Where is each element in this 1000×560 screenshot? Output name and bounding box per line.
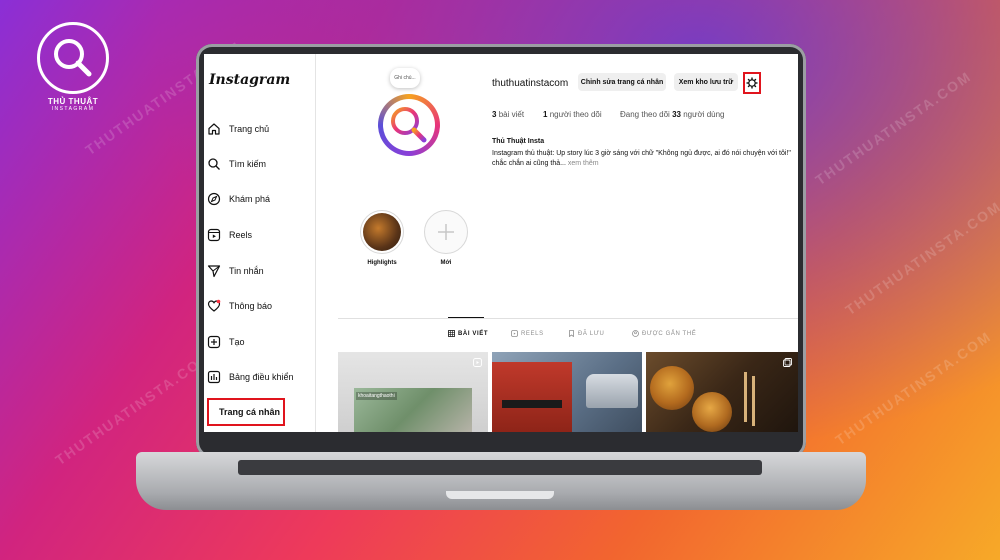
posts-stat: 3 bài viết	[492, 110, 524, 119]
tab-label: BÀI VIẾT	[458, 330, 489, 337]
site-logo: THỦ THUẬT INSTAGRAM	[32, 22, 114, 112]
followers-count: 1	[543, 110, 548, 119]
highlight-label: Highlights	[367, 260, 397, 266]
highlight-image	[363, 213, 401, 251]
post-caption: khoaitangthaothi	[356, 392, 397, 400]
sidebar-item-label: Trang chủ	[229, 124, 270, 134]
sidebar: Instagram Trang chủ Tìm kiếm Khám phá Re…	[204, 54, 316, 432]
home-icon	[208, 123, 220, 135]
post-image-food	[692, 392, 732, 432]
post-thumbnail[interactable]	[646, 352, 798, 432]
sidebar-item-label: Khám phá	[229, 194, 271, 204]
brand-title: THỦ THUẬT	[47, 97, 99, 106]
highlight-label: Mới	[440, 260, 452, 266]
following-label: người dùng	[683, 110, 725, 119]
sidebar-item-home[interactable]: Trang chủ	[207, 116, 269, 142]
gear-icon	[746, 77, 758, 89]
sidebar-item-explore[interactable]: Khám phá	[207, 186, 270, 212]
profile-full-name: Thủ Thuật Insta	[492, 138, 545, 145]
post-image-detail	[752, 376, 755, 426]
sidebar-item-label: Tìm kiếm	[229, 159, 266, 169]
heart-icon	[207, 299, 221, 312]
post-image-red-truck	[492, 362, 572, 432]
bio-text: Instagram thủ thuật: Up story lúc 3 giờ …	[492, 150, 791, 167]
avatar-inner	[383, 99, 435, 151]
plus-icon	[438, 224, 454, 240]
following-count: 33	[672, 110, 681, 119]
story-highlight[interactable]: Highlights	[352, 210, 412, 266]
following-prefix: Đang theo dõi	[620, 110, 670, 119]
tab-label: ĐÃ LƯU	[578, 330, 605, 337]
post-thumbnail[interactable]: khoaitangthaothi	[338, 352, 488, 432]
active-tab-indicator	[448, 317, 484, 318]
following-stat[interactable]: Đang theo dõi 33 người dùng	[620, 110, 725, 119]
sidebar-item-label: Tin nhắn	[229, 266, 264, 276]
bio-more-link[interactable]: xem thêm	[568, 160, 599, 167]
sidebar-item-messages[interactable]: Tin nhắn	[207, 258, 264, 284]
sidebar-item-notifications[interactable]: Thông báo	[207, 293, 272, 319]
new-highlight-button[interactable]: Mới	[416, 210, 476, 266]
multiple-photos-icon	[783, 358, 792, 367]
tab-label: ĐƯỢC GẮN THẺ	[642, 330, 697, 337]
search-icon	[208, 158, 220, 170]
instagram-logo[interactable]: Instagram	[209, 72, 290, 88]
profile-username: thuthuatinstacom	[492, 78, 569, 89]
settings-button[interactable]	[743, 72, 761, 94]
dashboard-icon	[207, 370, 221, 384]
post-image-car	[586, 374, 638, 408]
sidebar-item-label: Thông báo	[229, 301, 273, 311]
compass-icon	[207, 192, 221, 206]
tab-saved[interactable]: ĐÃ LƯU	[568, 330, 604, 337]
sidebar-item-label: Reels	[229, 230, 253, 240]
grid-icon	[448, 330, 455, 337]
followers-label: người theo dõi	[549, 110, 602, 119]
instagram-screen: Instagram Trang chủ Tìm kiếm Khám phá Re…	[204, 54, 798, 432]
sidebar-item-profile[interactable]: Trang cá nhân	[207, 398, 285, 426]
profile-bio: Instagram thủ thuật: Up story lúc 3 giờ …	[492, 149, 792, 169]
laptop-notch	[446, 491, 554, 499]
posts-count: 3	[492, 110, 497, 119]
tab-label: REELS	[521, 330, 544, 337]
tab-reels[interactable]: REELS	[511, 330, 544, 337]
sidebar-item-label: Bảng điều khiển	[229, 372, 294, 382]
post-image-detail	[502, 400, 562, 408]
note-bubble[interactable]: Ghi chú...	[390, 68, 420, 88]
profile-avatar[interactable]	[378, 94, 440, 156]
magnifier-icon	[391, 107, 427, 143]
tab-posts[interactable]: BÀI VIẾT	[448, 330, 488, 337]
sidebar-item-label: Trang cá nhân	[219, 407, 281, 417]
tab-tagged[interactable]: ĐƯỢC GẮN THẺ	[632, 330, 696, 337]
magnifier-logo-icon	[37, 22, 109, 94]
post-thumbnail[interactable]	[492, 352, 642, 432]
highlight-cover	[360, 210, 404, 254]
brand-subtitle: INSTAGRAM	[51, 106, 95, 112]
tag-icon	[632, 330, 639, 337]
sidebar-item-reels[interactable]: Reels	[207, 222, 252, 248]
reels-icon	[511, 330, 518, 337]
view-archive-button[interactable]: Xem kho lưu trữ	[674, 73, 738, 91]
posts-label: bài viết	[498, 110, 525, 119]
sidebar-item-search[interactable]: Tìm kiếm	[207, 151, 266, 177]
sidebar-item-create[interactable]: Tạo	[207, 329, 245, 355]
edit-profile-button[interactable]: Chỉnh sửa trang cá nhân	[578, 73, 666, 91]
post-image-food	[650, 366, 694, 410]
post-image-detail	[744, 372, 747, 422]
send-icon	[207, 265, 221, 278]
followers-stat[interactable]: 1 người theo dõi	[543, 110, 602, 119]
reels-icon	[207, 228, 221, 242]
sidebar-item-label: Tạo	[229, 337, 245, 347]
tabs-divider	[338, 318, 798, 319]
new-highlight-circle	[424, 210, 468, 254]
bookmark-icon	[569, 330, 574, 337]
sidebar-item-dashboard[interactable]: Bảng điều khiển	[207, 364, 294, 390]
plus-square-icon	[207, 335, 221, 349]
laptop-keyboard	[238, 460, 762, 475]
reels-icon	[473, 358, 482, 367]
